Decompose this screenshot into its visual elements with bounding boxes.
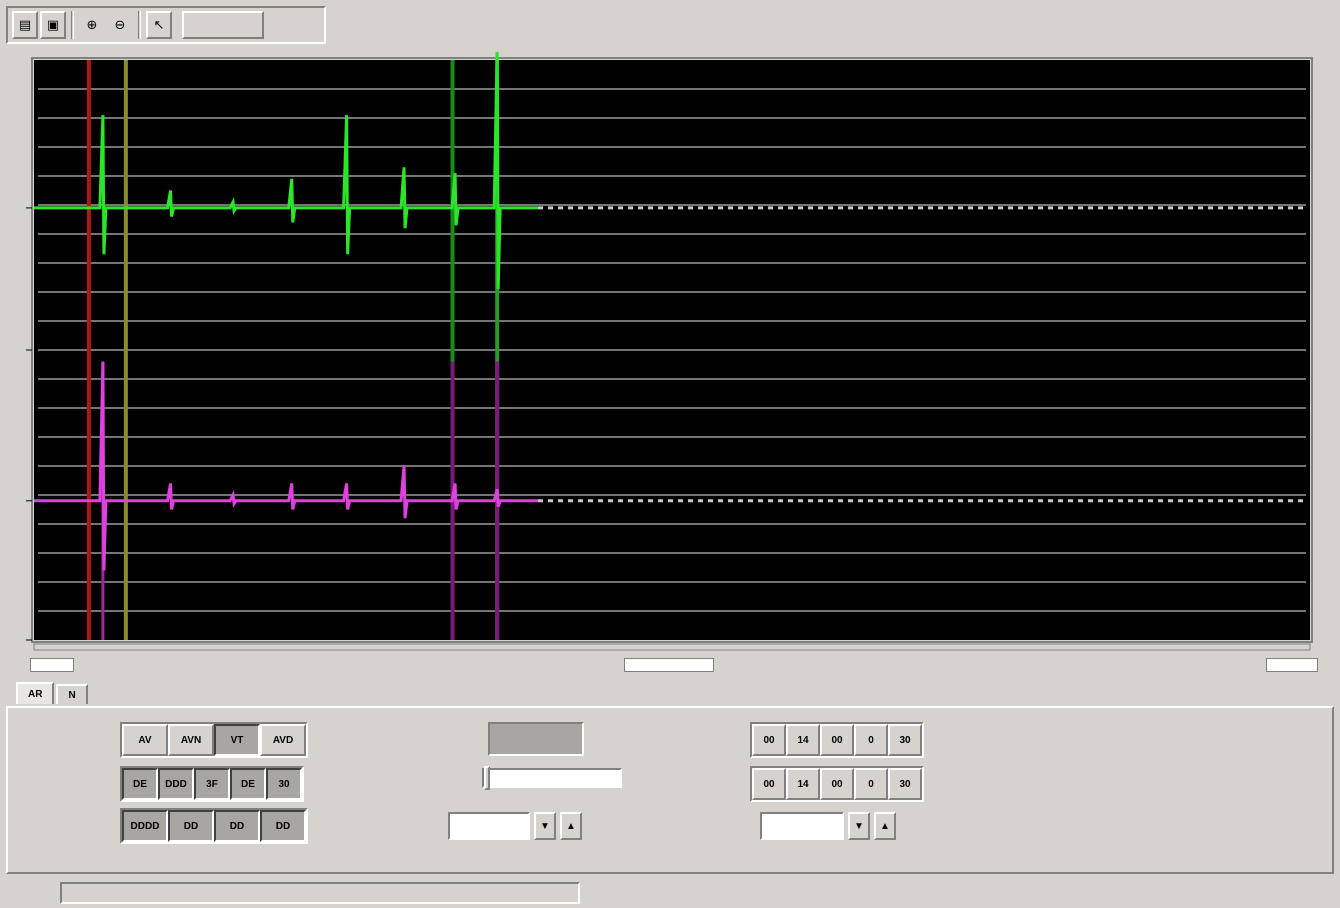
position-slider-thumb[interactable] [484,766,490,790]
sensitivity-spin-down[interactable]: ▼ [848,812,870,840]
speed-button-0[interactable]: DE [122,768,158,800]
zoom-out-icon[interactable]: ⊖ [107,11,133,39]
gain-button-group: DDDD DD DD DD [120,808,308,844]
sensitivity-spin-up[interactable]: ▲ [874,812,896,840]
channel-b-button-0[interactable]: 00 [752,768,786,800]
toolbar-separator [138,11,141,39]
mode-button-3[interactable]: AVD [260,724,306,756]
interval-spin-up[interactable]: ▲ [560,812,582,840]
interval-input[interactable] [448,812,530,840]
channel-a-button-2[interactable]: 00 [820,724,854,756]
mode-button-2[interactable]: VT [214,724,260,756]
speed-button-1[interactable]: DDD [158,768,194,800]
interval-spin-down[interactable]: ▼ [534,812,556,840]
channel-b-button-3[interactable]: 0 [854,768,888,800]
pointer-icon[interactable]: ↖ [146,11,172,39]
time-scrollbar [33,643,1311,651]
waveform-chart[interactable] [8,52,1333,652]
status-text [60,882,580,904]
toolbar-separator [71,11,74,39]
x-axis-ticks [0,656,1340,676]
speed-button-4[interactable]: 30 [266,768,302,800]
speed-button-group: DE DDD 3F DE 30 [120,766,304,802]
gain-button-0[interactable]: DDDD [122,810,168,842]
gain-button-2[interactable]: DD [214,810,260,842]
x-tick-start [30,658,74,672]
tab-bar-caption [8,700,14,704]
x-tick-end [1266,658,1318,672]
filter-toggle-button[interactable] [488,722,584,756]
toolbar-disabled-button[interactable] [182,11,264,39]
channel-a-button-0[interactable]: 00 [752,724,786,756]
tab-n[interactable]: N [56,684,88,704]
channel-b-button-4[interactable]: 30 [888,768,922,800]
gain-button-3[interactable]: DD [260,810,306,842]
status-bar [0,878,1340,908]
channel-a-button-group: 00 14 00 0 30 [750,722,924,758]
channel-b-button-2[interactable]: 00 [820,768,854,800]
channel-b-button-1[interactable]: 14 [786,768,820,800]
open-folder-icon[interactable]: ▤ [12,11,38,39]
channel-a-button-1[interactable]: 14 [786,724,820,756]
waveform-chart-frame [8,52,1333,652]
gain-button-1[interactable]: DD [168,810,214,842]
mode-button-group: AV AVN VT AVD [120,722,308,758]
sensitivity-input[interactable] [760,812,844,840]
control-panel: AV AVN VT AVD DE DDD 3F DE 30 DDDD DD DD DD ▼ ▲ 00… [6,706,1334,874]
channel-b-button-group: 00 14 00 0 30 [750,766,924,802]
speed-button-3[interactable]: DE [230,768,266,800]
tab-bar: AR N [8,682,88,704]
position-slider-track[interactable] [482,768,622,788]
mode-button-1[interactable]: AVN [168,724,214,756]
x-tick-mid [624,658,714,672]
tab-ar[interactable]: AR [16,682,55,704]
mode-button-0[interactable]: AV [122,724,168,756]
toolbar: ▤ ▣ ⊕ ⊖ ↖ [0,0,1340,48]
toolbar-group: ▤ ▣ ⊕ ⊖ ↖ [6,6,326,44]
speed-button-2[interactable]: 3F [194,768,230,800]
zoom-in-icon[interactable]: ⊕ [79,11,105,39]
channel-a-button-3[interactable]: 0 [854,724,888,756]
channel-a-button-4[interactable]: 30 [888,724,922,756]
save-disk-icon[interactable]: ▣ [40,11,66,39]
